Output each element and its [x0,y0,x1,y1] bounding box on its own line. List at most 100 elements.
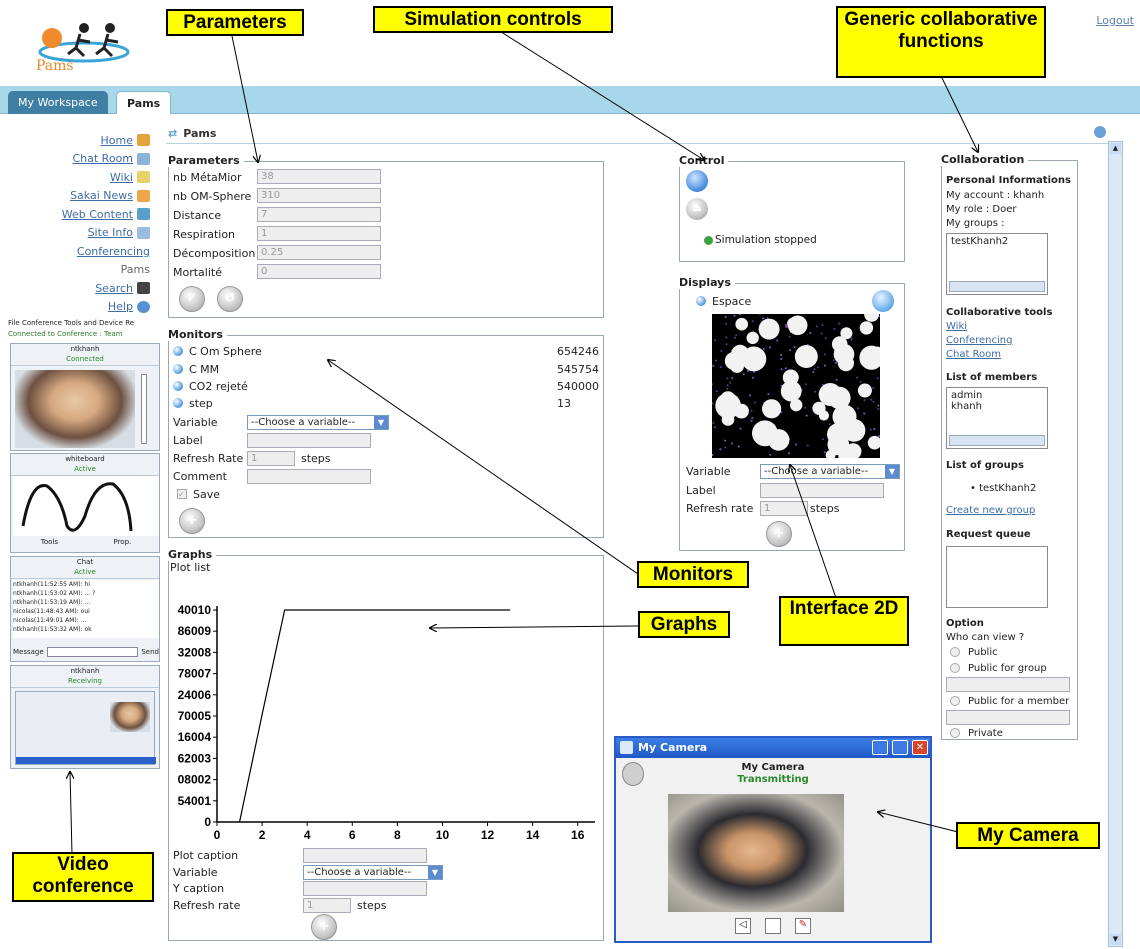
nav-sakai-news[interactable]: Sakai News [10,187,150,206]
nav-search[interactable]: Search [10,279,150,298]
request-queue-list[interactable] [946,546,1048,608]
page-vertical-scrollbar[interactable]: ▲ ▼ [1108,141,1123,947]
monitor-refresh-input[interactable]: 1 [247,451,295,466]
help-icon[interactable] [1094,126,1106,138]
logout-link[interactable]: Logout [1096,14,1134,27]
collab-tool-wiki[interactable]: Wiki [946,321,967,332]
collab-tool-chat-room[interactable]: Chat Room [946,349,1001,360]
particle-dot [816,366,819,369]
camera-titlebar[interactable]: My Camera ✕ [616,738,930,758]
vc-message-input[interactable] [46,647,139,657]
radio-icon [950,696,960,706]
member-item[interactable]: admin [951,390,1043,401]
display-variable-value: --Choose a variable-- [764,466,869,477]
close-button[interactable]: ✕ [912,740,928,755]
add-graph-button[interactable]: + [311,914,337,940]
x-tick-label: 14 [526,828,540,842]
option-private[interactable]: Private [950,728,1003,739]
vc-send-button[interactable]: Send [141,648,159,656]
members-list[interactable]: admin khanh [946,387,1048,449]
display-refresh-input[interactable]: 1 [760,501,808,516]
om-sphere-circle [857,383,872,398]
tab-my-workspace[interactable]: My Workspace [8,91,108,114]
run-simulation-button[interactable] [686,170,708,192]
nav-help[interactable]: Help [10,298,150,317]
particle-dot [724,446,727,449]
option-public-member[interactable]: Public for a member [950,696,1069,707]
scroll-down-arrow[interactable]: ▼ [1110,934,1121,945]
param-respiration-input[interactable]: 1 [257,226,381,241]
particle-dot [749,394,752,397]
particle-dot [780,368,783,371]
param-mortalite-input[interactable]: 0 [257,264,381,279]
group-item[interactable]: testKhanh2 [951,236,1043,247]
display-variable-select[interactable]: --Choose a variable-- ▼ [760,464,900,479]
display-zoom-button[interactable] [872,290,894,312]
reset-parameters-button[interactable]: ↺ [217,286,243,312]
graph-variable-select[interactable]: --Choose a variable-- ▼ [303,865,443,880]
vc-menubar[interactable]: File Conference Tools and Device Re [8,319,163,330]
monitor-save-checkbox[interactable]: ✓ Save [177,485,220,503]
tab-pams[interactable]: Pams [116,91,172,114]
nav-siteinfo-label: Site Info [87,226,133,240]
nav-chat-room[interactable]: Chat Room [10,150,150,169]
public-group-input[interactable] [946,677,1070,692]
monitor-dot-icon [173,381,183,391]
monitor-comment-input[interactable] [247,469,371,484]
om-sphere-circle [859,321,874,335]
nav-conferencing[interactable]: Conferencing [10,242,150,261]
create-group-link[interactable]: Create new group [946,505,1035,516]
speaker-icon[interactable]: ◁ [735,918,751,934]
vc-volume-slider[interactable] [141,374,147,444]
hangup-icon[interactable]: ✎ [795,918,811,934]
plot-caption-input[interactable] [303,848,427,863]
param-label: Mortalité [173,265,222,279]
simulation-status: Simulation stopped [704,234,817,246]
om-sphere-circle [767,429,790,451]
espace-option[interactable]: Espace [696,292,751,310]
graph-refresh-input[interactable]: 1 [303,898,351,913]
nav-site-info[interactable]: Site Info [10,224,150,243]
maximize-button[interactable] [892,740,908,755]
graphs-panel: Graphs Plot list 0 54001 08002 62003 16004 70… [168,548,604,941]
monitor-label-input[interactable] [247,433,371,448]
stop-simulation-button[interactable]: ⏏ [686,198,708,220]
collab-tool-conferencing[interactable]: Conferencing [946,335,1012,346]
y-caption-input[interactable] [303,881,427,896]
add-monitor-button[interactable]: + [179,508,205,534]
camera-state: Transmitting [737,774,809,785]
camera-settings-icon[interactable] [765,918,781,934]
wb-prop-button[interactable]: Prop. [113,538,131,550]
monitor-save-label: Save [193,487,221,501]
param-decomposition-input[interactable]: 0.25 [257,245,381,260]
my-groups-list[interactable]: testKhanh2 [946,233,1048,295]
apply-parameters-button[interactable]: ✓ [179,286,205,312]
public-member-input[interactable] [946,710,1070,725]
simulation-space-view [712,314,880,458]
option-public-group[interactable]: Public for group [950,663,1047,674]
monitor-value: 654246 [557,344,599,358]
horizontal-scrollbar[interactable] [949,281,1045,292]
vc-chat-input-row: Message Send [13,646,159,658]
nav-wiki[interactable]: Wiki [10,168,150,187]
param-omsphere-input[interactable]: 310 [257,188,381,203]
refresh-icon[interactable]: ⇄ [168,127,177,140]
nav-home[interactable]: Home [10,131,150,150]
monitor-variable-select[interactable]: --Choose a variable-- ▼ [247,415,389,430]
option-member-label: Public for a member [968,696,1070,707]
horizontal-scrollbar[interactable] [949,435,1045,446]
video-conference-client: File Conference Tools and Device Re Conn… [8,319,163,769]
param-distance-input[interactable]: 7 [257,207,381,222]
vc-shared-screen [15,691,156,765]
nav-web-content[interactable]: Web Content [10,205,150,224]
whiteboard-drawing[interactable] [13,476,159,536]
add-display-button[interactable]: + [766,521,792,547]
wb-tools-button[interactable]: Tools [41,538,58,550]
scroll-up-arrow[interactable]: ▲ [1110,143,1121,154]
param-metamior-input[interactable]: 38 [257,169,381,184]
display-label-input[interactable] [760,483,884,498]
particle-dot [724,439,727,442]
minimize-button[interactable] [872,740,888,755]
member-item[interactable]: khanh [951,401,1043,412]
option-public[interactable]: Public [950,647,998,658]
